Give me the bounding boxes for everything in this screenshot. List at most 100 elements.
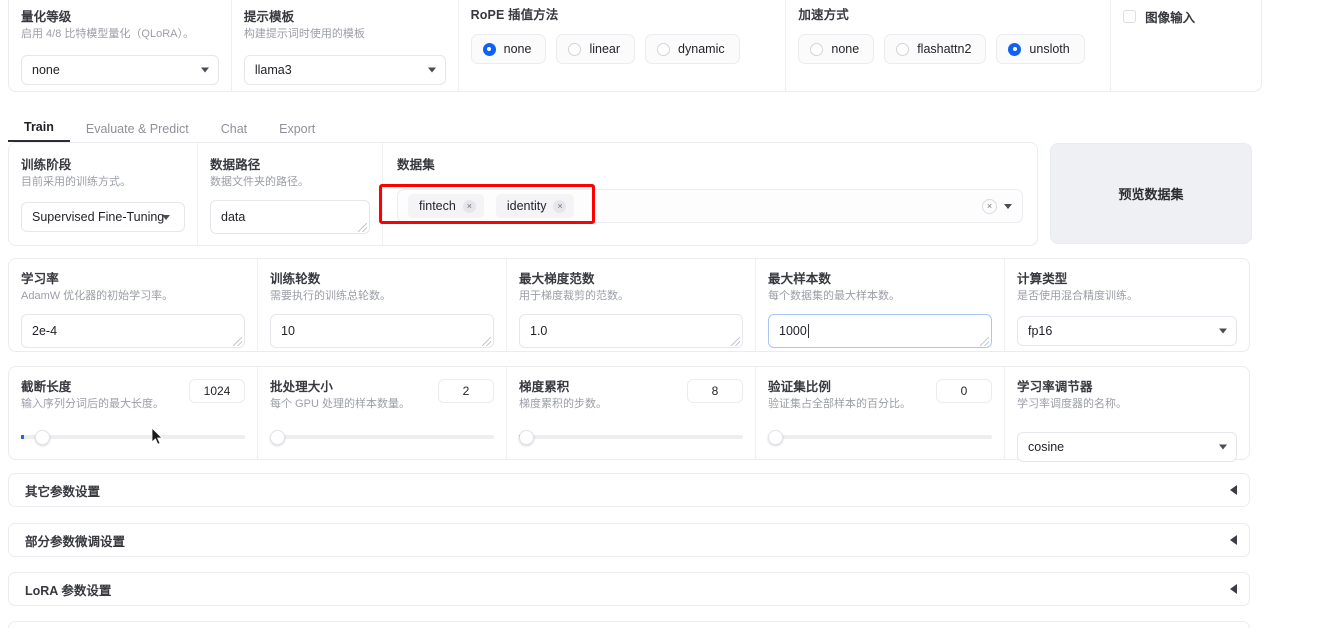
resize-grip-icon[interactable] xyxy=(233,337,242,346)
max-grad-norm-group: 最大梯度范数 用于梯度裁剪的范数。 1.0 xyxy=(507,259,755,351)
booster-option-label: unsloth xyxy=(1029,42,1070,56)
booster-option-unsloth[interactable]: unsloth xyxy=(996,34,1085,64)
slider-track xyxy=(21,435,245,439)
booster-option-flashattn2[interactable]: flashattn2 xyxy=(884,34,987,64)
batch-size-label: 批处理大小 xyxy=(270,380,334,394)
dataset-tag-fintech[interactable]: fintech × xyxy=(408,194,484,218)
cutoff-len-slider[interactable] xyxy=(21,429,245,445)
dataset-multiselect[interactable]: fintech × identity × × xyxy=(397,189,1023,223)
max-grad-norm-input[interactable]: 1.0 xyxy=(519,314,743,348)
resize-grip-icon[interactable] xyxy=(731,337,740,346)
radio-icon xyxy=(896,42,910,56)
grad-accum-group: 梯度累积 梯度累积的步数。 8 xyxy=(507,367,755,459)
template-group: 提示模板 构建提示词时使用的模板 llama3 xyxy=(232,0,458,91)
radio-icon xyxy=(568,42,582,56)
rope-group: RoPE 插值方法 none linear dynamic xyxy=(459,0,786,91)
cutoff-len-group: 截断长度 输入序列分词后的最大长度。 1024 xyxy=(9,367,257,459)
booster-option-label: none xyxy=(831,42,860,56)
slider-track xyxy=(519,435,743,439)
radio-selected-icon xyxy=(482,42,496,56)
epochs-hint: 需要执行的训练总轮数。 xyxy=(270,290,391,302)
chevron-down-icon[interactable] xyxy=(1004,203,1012,209)
mouse-cursor xyxy=(152,428,163,445)
dataset-tag-identity[interactable]: identity × xyxy=(495,194,575,218)
quantization-hint: 启用 4/8 比特模型量化（QLoRA）。 xyxy=(21,28,194,40)
epochs-input[interactable]: 10 xyxy=(270,314,494,348)
preview-dataset-button[interactable]: 预览数据集 xyxy=(1050,143,1252,244)
tab-chat[interactable]: Chat xyxy=(205,121,263,142)
checkbox-icon[interactable] xyxy=(1123,10,1137,23)
lr-scheduler-hint: 学习率调度器的名称。 xyxy=(1017,398,1127,410)
accordion-label: 部分参数微调设置 xyxy=(25,534,126,549)
batch-size-slider[interactable] xyxy=(270,429,494,445)
max-samples-hint: 每个数据集的最大样本数。 xyxy=(768,290,900,302)
grad-accum-slider[interactable] xyxy=(519,429,743,445)
remove-tag-icon[interactable]: × xyxy=(462,199,476,213)
dataset-group: 数据集 fintech × identity × × xyxy=(383,143,1037,245)
val-size-hint: 验证集占全部样本的百分比。 xyxy=(768,398,911,410)
data-dir-input[interactable]: data xyxy=(210,200,370,234)
quantization-select[interactable]: none xyxy=(21,55,219,85)
slider-handle[interactable] xyxy=(519,429,534,445)
main-tabs: Train Evaluate & Predict Chat Export xyxy=(8,116,1262,142)
dataset-label: 数据集 xyxy=(397,158,435,172)
accordion-next-partial[interactable] xyxy=(8,621,1250,628)
cutoff-len-hint: 输入序列分词后的最大长度。 xyxy=(21,398,164,410)
accordion-extra-params[interactable]: 其它参数设置 xyxy=(8,473,1250,507)
tab-export[interactable]: Export xyxy=(263,121,331,142)
booster-option-none[interactable]: none xyxy=(798,34,875,64)
radio-icon xyxy=(810,42,824,56)
rope-option-dynamic[interactable]: dynamic xyxy=(645,34,740,64)
rope-option-none[interactable]: none xyxy=(470,34,547,64)
remove-tag-icon[interactable]: × xyxy=(553,199,567,213)
resize-grip-icon[interactable] xyxy=(482,337,491,346)
template-select[interactable]: llama3 xyxy=(243,55,446,85)
llama-factory-webui: 量化等级 启用 4/8 比特模型量化（QLoRA）。 none 提示模板 构建提… xyxy=(0,0,1324,628)
val-size-slider[interactable] xyxy=(768,429,992,445)
lr-scheduler-value: cosine xyxy=(1028,440,1065,454)
max-samples-input[interactable]: 1000 xyxy=(768,314,992,348)
clear-all-icon[interactable]: × xyxy=(982,198,997,214)
tab-train[interactable]: Train xyxy=(8,119,70,142)
val-size-value: 0 xyxy=(960,384,968,398)
accordion-label: 其它参数设置 xyxy=(25,484,101,499)
grad-accum-value: 8 xyxy=(711,384,719,398)
chevron-left-icon[interactable] xyxy=(1230,584,1237,594)
val-size-value-input[interactable]: 0 xyxy=(936,379,992,403)
val-size-group: 验证集比例 验证集占全部样本的百分比。 0 xyxy=(756,367,1004,459)
accordion-label: LoRA 参数设置 xyxy=(25,583,112,598)
resize-grip-icon[interactable] xyxy=(980,337,989,346)
tab-evaluate-predict[interactable]: Evaluate & Predict xyxy=(70,121,205,142)
accordion-lora-params[interactable]: LoRA 参数设置 xyxy=(8,572,1250,606)
visual-inputs-checkbox-row[interactable]: 图像输入 xyxy=(1123,7,1249,26)
batch-size-group: 批处理大小 每个 GPU 处理的样本数量。 2 xyxy=(258,367,506,459)
data-dir-value: data xyxy=(221,210,246,224)
chevron-left-icon[interactable] xyxy=(1230,535,1237,545)
slider-handle[interactable] xyxy=(35,429,50,445)
stage-value: Supervised Fine-Tuning xyxy=(32,210,165,224)
grad-accum-hint: 梯度累积的步数。 xyxy=(519,398,607,410)
max-samples-group: 最大样本数 每个数据集的最大样本数。 1000 xyxy=(756,259,1004,351)
data-dir-group: 数据路径 数据文件夹的路径。 data xyxy=(198,143,382,245)
rope-option-label: linear xyxy=(589,42,621,56)
learning-rate-hint: AdamW 优化器的初始学习率。 xyxy=(21,290,174,302)
chevron-left-icon[interactable] xyxy=(1230,485,1237,495)
text-cursor xyxy=(807,324,809,338)
quantization-value: none xyxy=(32,63,60,77)
visual-inputs-label: 图像输入 xyxy=(1145,11,1196,25)
grad-accum-value-input[interactable]: 8 xyxy=(687,379,743,403)
batch-size-value-input[interactable]: 2 xyxy=(438,379,494,403)
chevron-down-icon xyxy=(1219,328,1227,334)
slider-handle[interactable] xyxy=(768,429,783,445)
accordion-freeze-params[interactable]: 部分参数微调设置 xyxy=(8,523,1250,557)
compute-type-select[interactable]: fp16 xyxy=(1017,316,1237,346)
rope-option-linear[interactable]: linear xyxy=(556,34,636,64)
learning-rate-input[interactable]: 2e-4 xyxy=(21,314,245,348)
cutoff-len-value-input[interactable]: 1024 xyxy=(189,379,245,403)
booster-label: 加速方式 xyxy=(798,8,849,22)
resize-grip-icon[interactable] xyxy=(358,223,367,232)
lr-scheduler-select[interactable]: cosine xyxy=(1017,432,1237,462)
stage-select[interactable]: Supervised Fine-Tuning xyxy=(21,202,185,232)
slider-handle[interactable] xyxy=(270,429,285,445)
compute-type-value: fp16 xyxy=(1028,324,1053,338)
